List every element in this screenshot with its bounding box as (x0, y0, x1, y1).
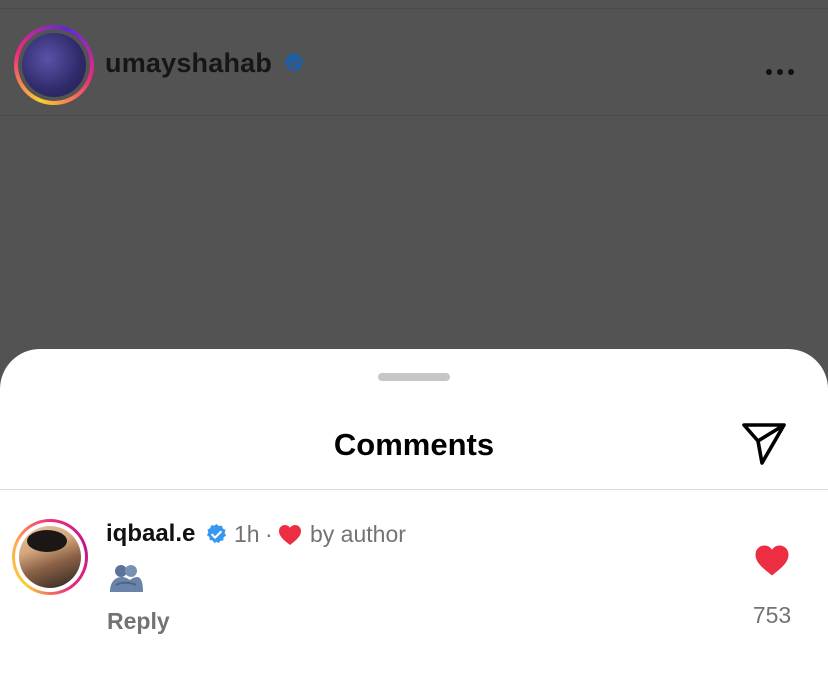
avatar-photo (22, 33, 86, 97)
comments-sheet: Comments iqbaal.e 1h · by author Reply 7… (0, 349, 828, 679)
top-divider (0, 8, 828, 9)
liked-by-author-label: by author (310, 521, 406, 547)
commenter-avatar[interactable] (12, 519, 88, 595)
like-count[interactable]: 753 (738, 602, 806, 629)
more-options-icon[interactable] (766, 62, 802, 75)
separator-dot: · (265, 521, 273, 547)
reply-button[interactable]: Reply (107, 608, 170, 635)
avatar-photo (19, 526, 81, 588)
verified-badge-icon (284, 52, 304, 72)
commenter-username[interactable]: iqbaal.e (106, 520, 195, 548)
sheet-grabber-handle[interactable] (378, 373, 450, 381)
post-header: umayshahab (0, 10, 828, 116)
send-icon[interactable] (740, 421, 788, 467)
heart-icon (279, 525, 301, 545)
comment-item: iqbaal.e 1h · by author Reply 753 (0, 490, 828, 670)
sheet-title: Comments (333, 427, 495, 462)
verified-badge-icon (206, 523, 227, 544)
like-heart-icon[interactable] (754, 544, 790, 577)
post-author-username[interactable]: umayshahab (105, 48, 272, 79)
people-hugging-emoji-icon (110, 565, 143, 592)
comment-timestamp: 1h (234, 521, 260, 547)
post-author-avatar[interactable] (14, 25, 94, 105)
